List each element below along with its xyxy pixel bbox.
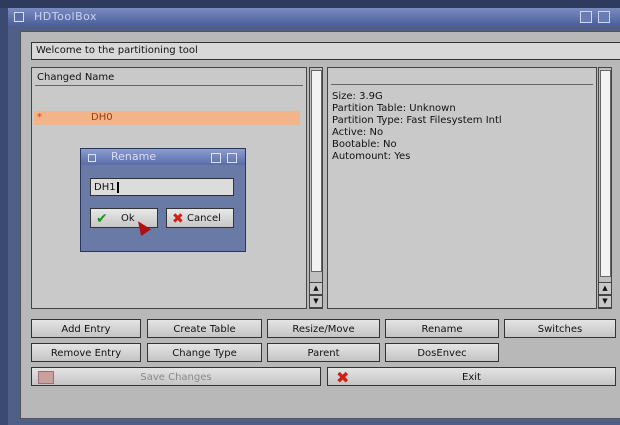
save-changes-button[interactable]: Save Changes bbox=[31, 367, 321, 386]
dialog-zoom-gadget-icon[interactable] bbox=[211, 153, 221, 163]
info-divider bbox=[331, 84, 593, 85]
rename-dialog: Rename DH1 ✔ Ok ✖ Cancel bbox=[80, 148, 246, 252]
text-cursor bbox=[116, 181, 119, 193]
dialog-depth-gadget-icon[interactable] bbox=[227, 153, 237, 163]
info-size: Size: 3.9G bbox=[332, 91, 383, 102]
list-scroll-knob[interactable] bbox=[311, 70, 322, 272]
exit-button[interactable]: ✖ Exit bbox=[327, 367, 616, 387]
exit-label: Exit bbox=[462, 372, 481, 383]
list-header: Changed Name bbox=[35, 71, 303, 86]
dosenvec-button[interactable]: DosEnvec bbox=[385, 343, 499, 362]
partition-info-panel: Size: 3.9G Partition Table: Unknown Part… bbox=[327, 67, 597, 309]
close-x-icon: ✖ bbox=[336, 368, 350, 387]
info-bootable: Bootable: No bbox=[332, 139, 397, 150]
parent-button[interactable]: Parent bbox=[267, 343, 380, 362]
info-scroll-knob[interactable] bbox=[600, 70, 611, 277]
dialog-close-gadget-icon[interactable] bbox=[88, 154, 96, 162]
window-title: HDToolBox bbox=[34, 10, 98, 23]
partition-name: DH0 bbox=[91, 112, 113, 123]
create-table-button[interactable]: Create Table bbox=[147, 319, 262, 338]
checkmark-icon: ✔ bbox=[96, 211, 108, 227]
list-scrollbar[interactable] bbox=[309, 67, 323, 309]
welcome-text: Welcome to the partitioning tool bbox=[31, 42, 620, 60]
zoom-gadget-icon[interactable] bbox=[580, 11, 592, 23]
info-scroll-up-button[interactable]: ▲ bbox=[598, 282, 612, 295]
ok-label: Ok bbox=[121, 213, 135, 224]
info-scrollbar[interactable] bbox=[598, 67, 612, 309]
info-partition-type: Partition Type: Fast Filesystem Intl bbox=[332, 115, 502, 126]
cancel-x-icon: ✖ bbox=[172, 211, 184, 227]
cancel-button[interactable]: ✖ Cancel bbox=[166, 208, 234, 228]
screen-title-bar bbox=[0, 0, 620, 8]
info-scroll-down-button[interactable]: ▼ bbox=[598, 295, 612, 308]
close-gadget-icon[interactable] bbox=[14, 12, 24, 22]
rename-dialog-title: Rename bbox=[111, 150, 157, 163]
depth-gadget-icon[interactable] bbox=[598, 11, 610, 23]
resize-move-button[interactable]: Resize/Move bbox=[267, 319, 380, 338]
save-changes-label: Save Changes bbox=[140, 372, 212, 383]
remove-entry-button[interactable]: Remove Entry bbox=[31, 343, 141, 362]
list-scroll-down-button[interactable]: ▼ bbox=[309, 295, 323, 308]
add-entry-button[interactable]: Add Entry bbox=[31, 319, 141, 338]
rename-input[interactable]: DH1 bbox=[90, 178, 234, 196]
window-titlebar[interactable]: HDToolBox bbox=[8, 8, 620, 26]
rename-dialog-titlebar[interactable]: Rename bbox=[81, 149, 245, 165]
cancel-label: Cancel bbox=[187, 213, 221, 224]
list-item[interactable]: * DH0 bbox=[34, 111, 300, 125]
save-disk-icon bbox=[38, 371, 54, 384]
rename-input-value: DH1 bbox=[94, 182, 116, 193]
list-scroll-up-button[interactable]: ▲ bbox=[309, 282, 323, 295]
info-active: Active: No bbox=[332, 127, 384, 138]
info-partition-table: Partition Table: Unknown bbox=[332, 103, 456, 114]
info-automount: Automount: Yes bbox=[332, 151, 411, 162]
changed-marker: * bbox=[37, 112, 42, 123]
rename-button[interactable]: Rename bbox=[385, 319, 499, 338]
switches-button[interactable]: Switches bbox=[504, 319, 616, 338]
change-type-button[interactable]: Change Type bbox=[147, 343, 262, 362]
